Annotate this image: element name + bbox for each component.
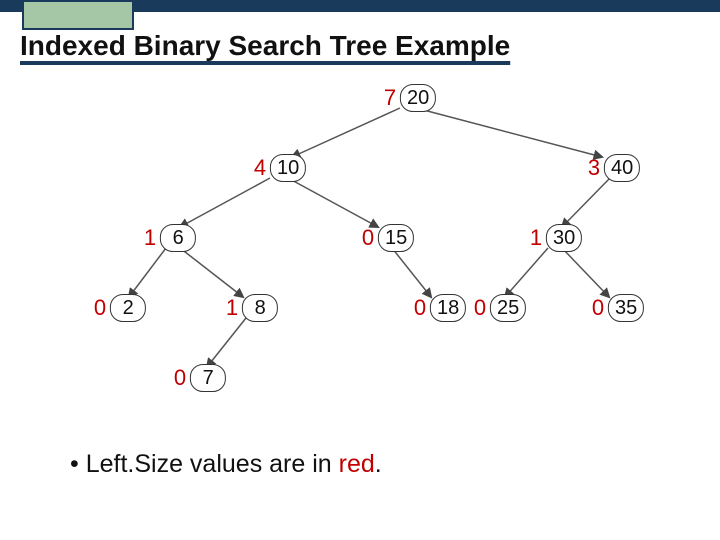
footnote-suffix: .: [375, 450, 382, 478]
node-value: 2: [110, 294, 146, 322]
tree-node: 3 40: [588, 154, 640, 182]
tree-node: 1 30: [530, 224, 582, 252]
node-left-size: 1: [530, 225, 542, 251]
tree-node: 1 6: [144, 224, 196, 252]
node-left-size: 4: [254, 155, 266, 181]
tree-node: 0 15: [362, 224, 414, 252]
node-left-size: 0: [174, 365, 186, 391]
node-left-size: 7: [384, 85, 396, 111]
node-left-size: 1: [226, 295, 238, 321]
tree-node: 0 7: [174, 364, 226, 392]
tree-node: 0 35: [592, 294, 644, 322]
node-value: 8: [242, 294, 278, 322]
tree-node: 4 10: [254, 154, 306, 182]
node-value: 10: [270, 154, 306, 182]
node-value: 15: [378, 224, 414, 252]
node-value: 30: [546, 224, 582, 252]
node-value: 40: [604, 154, 640, 182]
footnote-red-word: red: [339, 450, 375, 478]
node-value: 20: [400, 84, 436, 112]
node-value: 7: [190, 364, 226, 392]
node-left-size: 3: [588, 155, 600, 181]
tree-node: 0 25: [474, 294, 526, 322]
node-value: 25: [490, 294, 526, 322]
node-left-size: 0: [414, 295, 426, 321]
node-left-size: 0: [94, 295, 106, 321]
node-left-size: 1: [144, 225, 156, 251]
tree-node: 0 18: [414, 294, 466, 322]
tree-node: 0 2: [94, 294, 146, 322]
tree-node: 1 8: [226, 294, 278, 322]
node-left-size: 0: [592, 295, 604, 321]
node-left-size: 0: [362, 225, 374, 251]
node-value: 35: [608, 294, 644, 322]
footnote-prefix: • Left.Size values are in: [70, 450, 339, 478]
tree-node: 7 20: [384, 84, 436, 112]
node-value: 18: [430, 294, 466, 322]
node-left-size: 0: [474, 295, 486, 321]
footnote: • Left.Size values are in red.: [70, 450, 382, 479]
node-value: 6: [160, 224, 196, 252]
